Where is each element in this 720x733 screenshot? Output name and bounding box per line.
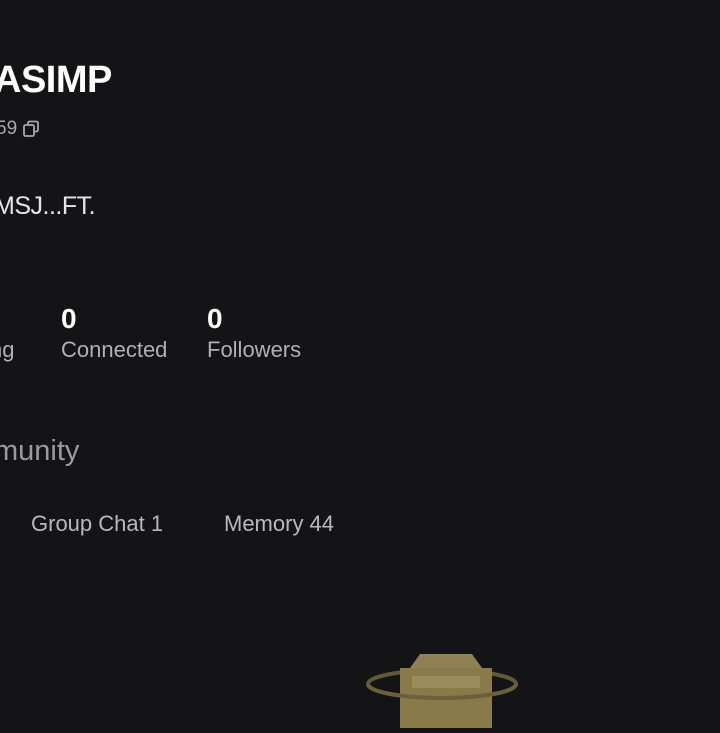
- profile-id-row: 59: [0, 116, 40, 142]
- tab-group-chat[interactable]: Group Chat 1: [31, 510, 163, 538]
- empty-box-illustration: [362, 648, 522, 730]
- stat-followers-count[interactable]: 0: [207, 303, 223, 335]
- stat-connected-label[interactable]: Connected: [61, 336, 167, 364]
- community-section-title: munity: [0, 435, 80, 467]
- profile-username: ASIMP: [0, 59, 112, 101]
- tab-memory[interactable]: Memory 44: [224, 510, 334, 538]
- stat-following-label[interactable]: ng: [0, 336, 14, 364]
- profile-bio: MSJ...FT.: [0, 192, 96, 220]
- stat-connected-count[interactable]: 0: [61, 303, 77, 335]
- copy-icon[interactable]: [22, 120, 40, 138]
- stat-followers-label[interactable]: Followers: [207, 336, 301, 364]
- profile-id: 59: [0, 118, 18, 139]
